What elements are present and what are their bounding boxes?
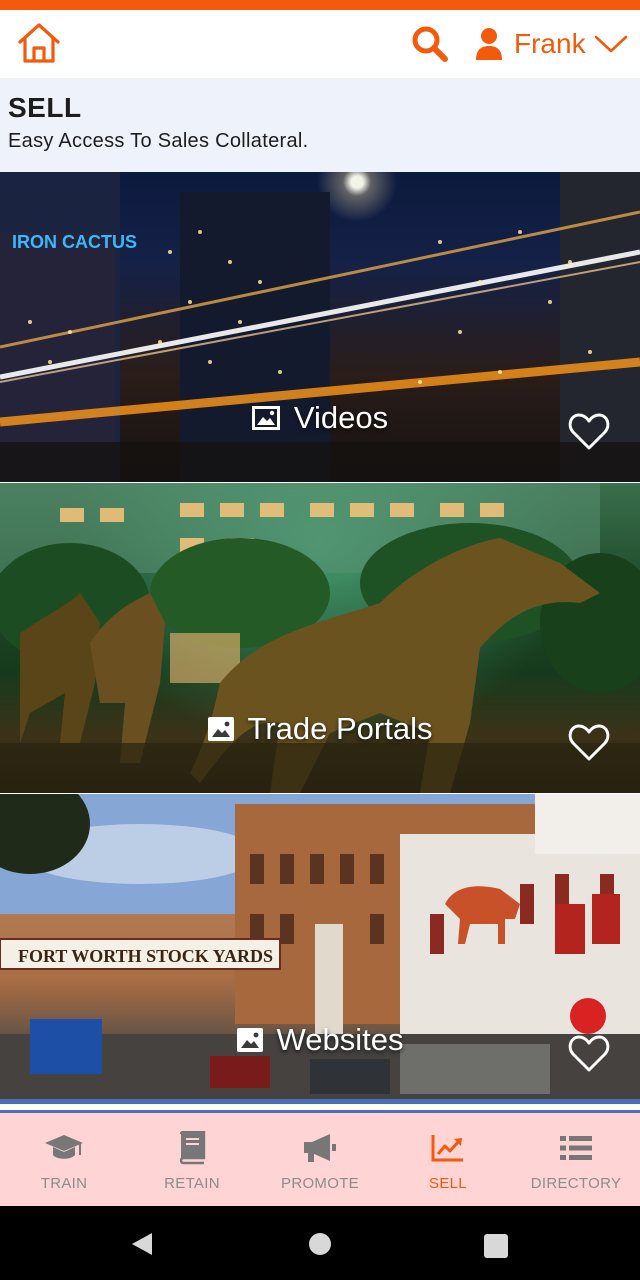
videos-label: Videos — [293, 400, 389, 435]
trade-portals-favorite-button[interactable] — [568, 723, 610, 763]
websites-label-row: Websites — [0, 1022, 640, 1058]
top-accent-bar — [0, 0, 640, 10]
home-button[interactable] — [16, 20, 62, 66]
trade-portals-label: Trade Portals — [247, 711, 433, 746]
chevron-down-icon — [594, 35, 627, 53]
system-home-button[interactable] — [309, 1233, 331, 1255]
graduation-cap-icon — [44, 1131, 84, 1165]
search-icon — [412, 26, 448, 62]
websites-favorite-button[interactable] — [568, 1034, 610, 1074]
trade-portals-card[interactable]: Trade Portals — [0, 483, 640, 793]
websites-label: Websites — [276, 1022, 404, 1057]
nav-item-train[interactable]: TRAIN — [0, 1113, 128, 1206]
megaphone-icon — [300, 1131, 340, 1165]
videos-favorite-button[interactable] — [568, 412, 610, 452]
back-triangle-icon — [132, 1233, 152, 1255]
system-back-button[interactable] — [128, 1230, 156, 1258]
system-recents-button[interactable] — [484, 1234, 508, 1258]
search-button[interactable] — [410, 24, 450, 64]
image-icon — [236, 1028, 263, 1052]
user-menu-button[interactable]: Frank — [474, 22, 634, 66]
heart-outline-icon — [568, 1035, 610, 1072]
user-name: Frank — [514, 28, 586, 59]
image-icon — [251, 406, 280, 430]
websites-card[interactable]: FORT WORTH STOCK YARDS Websites — [0, 794, 640, 1104]
heart-outline-icon — [568, 724, 610, 761]
nav-item-sell[interactable]: SELL — [384, 1113, 512, 1206]
page-subtitle: Easy Access To Sales Collateral. — [8, 130, 309, 152]
heart-outline-icon — [568, 413, 610, 450]
page-header: SELL Easy Access To Sales Collateral. — [0, 78, 640, 172]
svg-text:IRON CACTUS: IRON CACTUS — [12, 232, 137, 252]
nav-label-directory: DIRECTORY — [530, 1175, 622, 1192]
trending-up-icon — [428, 1131, 468, 1165]
nav-label-retain: RETAIN — [164, 1175, 220, 1192]
svg-text:FORT WORTH STOCK YARDS: FORT WORTH STOCK YARDS — [18, 946, 273, 966]
system-navigation-bar — [0, 1206, 640, 1280]
app-header: Frank — [0, 10, 640, 78]
person-icon — [476, 28, 502, 60]
book-icon — [172, 1131, 212, 1165]
list-icon — [556, 1131, 596, 1165]
home-icon — [18, 23, 60, 63]
nav-label-sell: SELL — [429, 1175, 467, 1192]
nav-label-promote: PROMOTE — [281, 1175, 359, 1192]
nav-item-promote[interactable]: PROMOTE — [256, 1113, 384, 1206]
image-icon — [207, 717, 234, 741]
videos-card[interactable]: IRON CACTUS Videos — [0, 172, 640, 482]
videos-label-row: Videos — [0, 400, 640, 436]
nav-item-directory[interactable]: DIRECTORY — [512, 1113, 640, 1206]
trade-portals-label-row: Trade Portals — [0, 711, 640, 747]
bottom-navigation: TRAIN RETAIN PROMOTE SELL DIRECTORY — [0, 1110, 640, 1206]
nav-label-train: TRAIN — [40, 1175, 88, 1192]
nav-item-retain[interactable]: RETAIN — [128, 1113, 256, 1206]
page-title: SELL — [8, 92, 82, 123]
